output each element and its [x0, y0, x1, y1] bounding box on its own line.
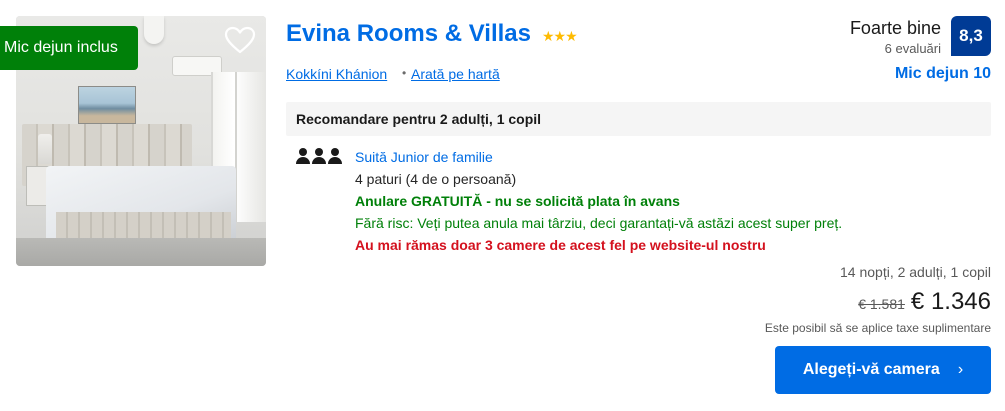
occupancy-icon	[296, 148, 342, 164]
stay-info: 14 nopți, 2 adulți, 1 copil	[840, 264, 991, 280]
price-row: € 1.581 € 1.346	[858, 288, 991, 316]
location-separator: •	[402, 66, 407, 80]
heart-icon[interactable]	[224, 26, 256, 54]
photo-painting	[78, 86, 136, 124]
recommendation-title: Recomandare pentru 2 adulți, 1 copil	[296, 111, 542, 127]
free-cancellation-text: Anulare GRATUITĂ - nu se solicită plata …	[355, 193, 680, 209]
breakfast-included-badge: Mic dejun inclus	[0, 26, 138, 70]
person-icon	[312, 148, 326, 164]
chevron-right-icon: ›	[957, 361, 964, 378]
current-price: € 1.346	[910, 288, 991, 315]
review-score-word[interactable]: Foarte bine	[850, 18, 941, 39]
photo-lamp	[38, 134, 52, 164]
person-icon	[328, 148, 342, 164]
breakfast-score: Mic dejun 10	[894, 65, 991, 82]
no-risk-text: Fără risc: Veți putea anula mai târziu, …	[355, 215, 843, 231]
review-count[interactable]: 6 evaluări	[885, 41, 941, 56]
choose-room-button[interactable]: Alegeți-vă camera ›	[775, 346, 991, 394]
bed-configuration: 4 paturi (4 de o persoană)	[355, 171, 517, 187]
location-link[interactable]: Kokkíni Khánion	[286, 66, 387, 82]
person-icon	[296, 148, 310, 164]
taxes-note: Este posibil să se aplice taxe supliment…	[764, 321, 991, 335]
scarcity-message: Au mai rămas doar 3 camere de acest fel …	[355, 237, 766, 253]
star-rating-icon: ★★★	[542, 28, 578, 44]
show-on-map-link[interactable]: Arată pe hartă	[411, 66, 500, 82]
original-price: € 1.581	[858, 296, 905, 312]
photo-ceiling-lamp	[144, 16, 164, 44]
photo-floor	[16, 238, 266, 266]
hotel-name-link[interactable]: Evina Rooms & Villas	[286, 20, 531, 48]
review-score-badge[interactable]: 8,3	[951, 16, 991, 56]
choose-room-label: Alegeți-vă camera	[802, 361, 940, 378]
room-name-link[interactable]: Suită Junior de familie	[355, 149, 493, 165]
